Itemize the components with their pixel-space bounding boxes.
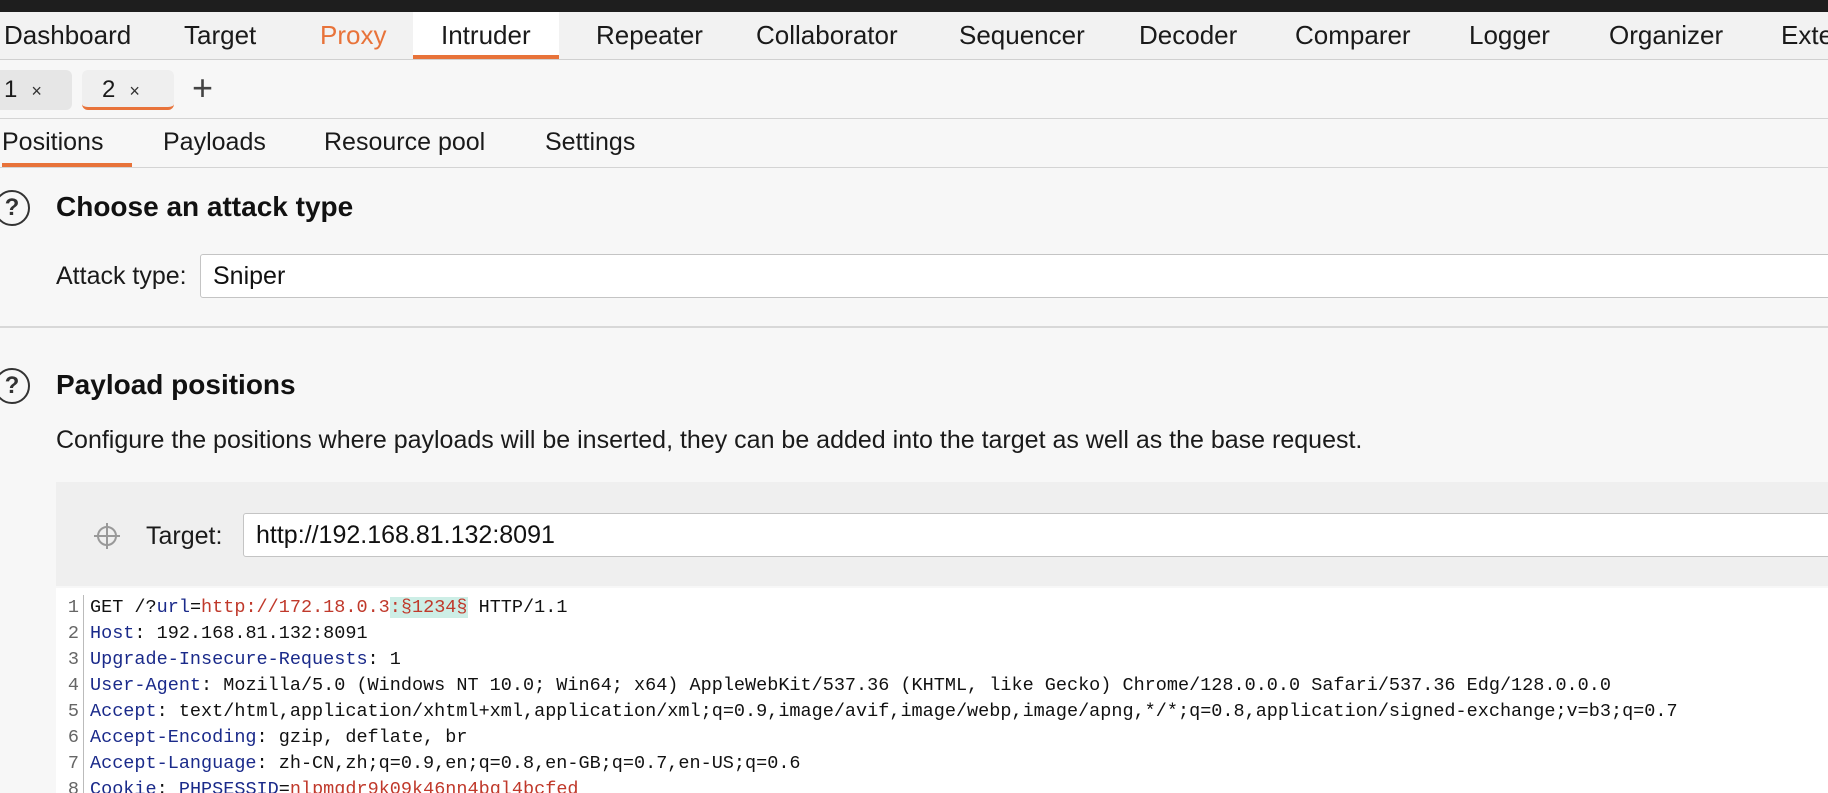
- target-label: Target:: [146, 522, 223, 550]
- header-value: : 192.168.81.132:8091: [134, 623, 368, 644]
- tab-proxy[interactable]: Proxy: [292, 12, 414, 59]
- request-line: 1 GET /?url=http://172.18.0.3:§1234§ HTTP…: [56, 595, 1828, 621]
- header-name: Accept-Language: [90, 753, 257, 774]
- line-number: 6: [56, 725, 84, 751]
- line-number: 2: [56, 621, 84, 647]
- line-number: 4: [56, 673, 84, 699]
- request-line: 8 Cookie: PHPSESSID=nlpmgdr9k09k46nn4bgl4…: [56, 777, 1828, 793]
- header-value: : Mozilla/5.0 (Windows NT 10.0; Win64; x…: [201, 675, 1611, 696]
- tab-comparer[interactable]: Comparer: [1267, 12, 1439, 59]
- tab-logger[interactable]: Logger: [1441, 12, 1578, 59]
- intruder-instance-tabs: 1 × 2 × +: [0, 60, 1828, 119]
- target-input[interactable]: http://192.168.81.132:8091: [243, 513, 1828, 557]
- request-line: 2 Host: 192.168.81.132:8091: [56, 621, 1828, 647]
- header-name: Upgrade-Insecure-Requests: [90, 649, 368, 670]
- request-line: 3 Upgrade-Insecure-Requests: 1: [56, 647, 1828, 673]
- cookie-eq: =: [278, 779, 290, 793]
- header-sep: :: [156, 779, 179, 793]
- header-value: : gzip, deflate, br: [256, 727, 468, 748]
- line-number: 1: [56, 595, 84, 621]
- add-tab-icon[interactable]: +: [192, 68, 213, 108]
- help-icon[interactable]: ?: [0, 190, 30, 226]
- header-value: : zh-CN,zh;q=0.9,en;q=0.8,en-GB;q=0.7,en…: [256, 753, 801, 774]
- sub-tab-bar: Positions Payloads Resource pool Setting…: [0, 119, 1828, 168]
- tab-organizer[interactable]: Organizer: [1581, 12, 1751, 59]
- payload-positions-heading: Payload positions: [56, 369, 296, 400]
- tab-settings[interactable]: Settings: [545, 119, 635, 167]
- http-version: HTTP/1.1: [467, 597, 568, 618]
- header-name: Host: [90, 623, 135, 644]
- header-value: : text/html,application/xhtml+xml,applic…: [156, 701, 1678, 722]
- instance-tab-label: 1: [4, 76, 18, 103]
- tab-repeater[interactable]: Repeater: [568, 12, 731, 59]
- header-name: User-Agent: [90, 675, 202, 696]
- tab-dashboard[interactable]: Dashboard: [0, 12, 159, 59]
- instance-tab-1[interactable]: 1 ×: [0, 70, 72, 110]
- tab-collaborator[interactable]: Collaborator: [728, 12, 926, 59]
- attack-type-label: Attack type:: [56, 262, 187, 290]
- line-number: 8: [56, 777, 84, 793]
- instance-tab-2[interactable]: 2 ×: [82, 70, 174, 110]
- param-value: http://172.18.0.3: [201, 597, 390, 618]
- help-icon[interactable]: ?: [0, 368, 30, 404]
- close-icon[interactable]: ×: [31, 81, 42, 101]
- crosshair-icon: [94, 523, 120, 549]
- tab-intruder[interactable]: Intruder: [413, 12, 559, 59]
- close-icon[interactable]: ×: [129, 81, 140, 101]
- header-name: Accept: [90, 701, 157, 722]
- request-line: 5 Accept: text/html,application/xhtml+xml…: [56, 699, 1828, 725]
- instance-tab-label: 2: [102, 76, 116, 103]
- tab-extensions[interactable]: Exte: [1753, 12, 1828, 59]
- request-line: 7 Accept-Language: zh-CN,zh;q=0.9,en;q=0.…: [56, 751, 1828, 777]
- param-eq: =: [189, 597, 202, 618]
- header-name: Cookie: [90, 779, 157, 793]
- window-top-strip: [0, 0, 1828, 12]
- tab-positions[interactable]: Positions: [2, 119, 132, 167]
- line-number: 3: [56, 647, 84, 673]
- request-editor[interactable]: 1 GET /?url=http://172.18.0.3:§1234§ HTTP…: [56, 588, 1828, 793]
- section-divider: [0, 326, 1828, 328]
- tab-sequencer[interactable]: Sequencer: [931, 12, 1113, 59]
- param-name: url: [156, 597, 190, 618]
- cookie-name: PHPSESSID: [178, 779, 279, 793]
- cookie-value: nlpmgdr9k09k46nn4bgl4bcfed: [289, 779, 579, 793]
- line-number: 5: [56, 699, 84, 725]
- request-line: 6 Accept-Encoding: gzip, deflate, br: [56, 725, 1828, 751]
- request-method: GET /?: [90, 597, 157, 618]
- attack-type-select[interactable]: Sniper: [200, 254, 1828, 298]
- payload-position-marker[interactable]: :§1234§: [389, 597, 468, 618]
- header-value: : 1: [367, 649, 401, 670]
- burp-window: Dashboard Target Proxy Intruder Repeater…: [0, 0, 1828, 793]
- tab-resource-pool[interactable]: Resource pool: [324, 119, 485, 167]
- attack-type-heading: Choose an attack type: [56, 191, 354, 222]
- main-tab-bar: Dashboard Target Proxy Intruder Repeater…: [0, 12, 1828, 60]
- tab-target[interactable]: Target: [156, 12, 284, 59]
- payload-positions-description: Configure the positions where payloads w…: [56, 426, 1363, 454]
- tab-decoder[interactable]: Decoder: [1111, 12, 1265, 59]
- header-name: Accept-Encoding: [90, 727, 257, 748]
- line-number: 7: [56, 751, 84, 777]
- tab-payloads[interactable]: Payloads: [163, 119, 266, 167]
- request-line: 4 User-Agent: Mozilla/5.0 (Windows NT 10.…: [56, 673, 1828, 699]
